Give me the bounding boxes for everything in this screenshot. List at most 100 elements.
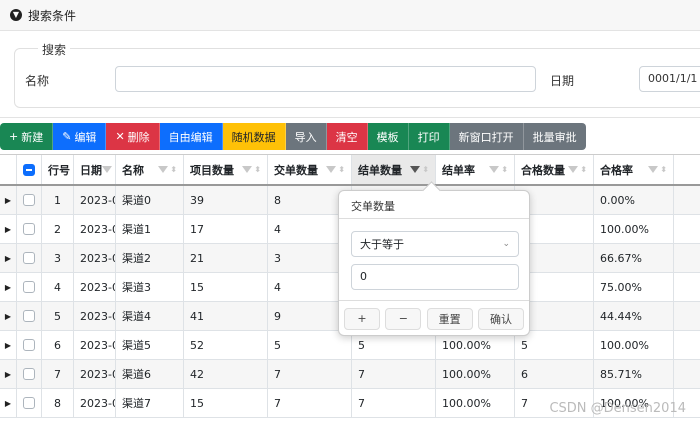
new-window-button[interactable]: 新窗口打开 [449, 123, 524, 150]
table-cell: 41 [184, 302, 268, 330]
template-button[interactable]: 模板 [367, 123, 409, 150]
table-cell: 4 [42, 273, 74, 301]
filter-icon[interactable] [410, 166, 421, 173]
table-row[interactable]: ▶72023-01-14渠道64277100.00%685.71% [0, 360, 700, 389]
row-checkbox[interactable] [23, 339, 35, 351]
table-cell: 100.00% [594, 215, 674, 243]
table-cell: 7 [352, 389, 436, 417]
toolbar-button-label: 导入 [294, 130, 317, 144]
filter-icon[interactable] [648, 166, 659, 173]
row-checkbox[interactable] [23, 194, 35, 206]
column-header[interactable]: 结单数量 ⬍ [352, 155, 436, 184]
column-header[interactable]: 合格数量 ⬍ [515, 155, 594, 184]
random-data-button[interactable]: 随机数据 [222, 123, 286, 150]
table-cell: 39 [184, 186, 268, 214]
filter-popover-footer: + − 重置 确认 [339, 300, 529, 336]
search-panel-header[interactable]: ▼ 搜索条件 [0, 0, 700, 31]
table-cell: 2023-01-14 [74, 244, 116, 272]
toolbar: + 新建 ✎ 编辑 ✕ 删除 自由编辑 随机数据 导入 清空 模板 打印 新窗口打开 批量审批 [0, 123, 586, 150]
select-all-checkbox[interactable] [23, 163, 35, 176]
row-checkbox[interactable] [23, 397, 35, 409]
watermark: CSDN @Densen2014 [549, 401, 686, 416]
column-header[interactable]: 项目数量 ⬍ [184, 155, 268, 184]
row-select-cell [17, 215, 42, 243]
sort-icon[interactable]: ⬍ [501, 165, 508, 174]
table-cell: 2 [42, 215, 74, 243]
sort-icon[interactable]: ⬍ [170, 165, 177, 174]
new-button[interactable]: + 新建 [0, 123, 54, 150]
reset-filter-button[interactable]: 重置 [426, 307, 473, 330]
import-button[interactable]: 导入 [285, 123, 327, 150]
column-header[interactable]: 名称 ⬍ [116, 155, 184, 184]
clear-button[interactable]: 清空 [326, 123, 368, 150]
table-cell: 渠道0 [116, 186, 184, 214]
name-input[interactable] [115, 66, 536, 92]
filter-icon[interactable] [568, 166, 579, 173]
expand-row-icon[interactable]: ▶ [0, 273, 17, 301]
row-checkbox[interactable] [23, 281, 35, 293]
table-cell: 6 [515, 360, 594, 388]
filter-popover-title: 交单数量 [339, 191, 529, 219]
batch-approve-button[interactable]: 批量审批 [523, 123, 586, 150]
table-cell: 15 [184, 273, 268, 301]
table-cell: 100.00% [594, 331, 674, 359]
row-checkbox[interactable] [23, 252, 35, 264]
row-select-cell [17, 360, 42, 388]
column-header[interactable]: 合格率 ⬍ [594, 155, 674, 184]
toolbar-button-label: 自由编辑 [168, 130, 213, 144]
date-input[interactable]: 0001/1/1 0 [639, 66, 700, 92]
toolbar-button-label: 打印 [417, 130, 440, 144]
print-button[interactable]: 打印 [408, 123, 450, 150]
row-select-cell [17, 186, 42, 214]
filter-icon[interactable] [102, 166, 112, 173]
expand-row-icon[interactable]: ▶ [0, 186, 17, 214]
filter-icon[interactable] [242, 166, 253, 173]
table-cell: 2023-01-14 [74, 360, 116, 388]
column-header[interactable]: 交单数量 ⬍ [268, 155, 352, 184]
filter-operator-select[interactable]: 大于等于 ⌄ [351, 231, 519, 257]
add-filter-button[interactable]: + [344, 307, 380, 330]
filter-icon[interactable] [158, 166, 169, 173]
free-edit-button[interactable]: 自由编辑 [159, 123, 223, 150]
filter-icon[interactable] [489, 166, 500, 173]
sort-icon[interactable]: ⬍ [660, 165, 667, 174]
edit-button[interactable]: ✎ 编辑 [53, 123, 107, 150]
confirm-filter-button[interactable]: 确认 [477, 307, 524, 330]
expand-row-icon[interactable]: ▶ [0, 389, 17, 417]
sort-icon[interactable]: ⬍ [422, 165, 429, 174]
column-header-label: 项目数量 [190, 163, 234, 177]
table-header-row: 行号日期⬍名称⬍项目数量⬍交单数量⬍结单数量⬍结单率⬍合格数量⬍合格率⬍ [0, 155, 700, 186]
sort-icon[interactable]: ⬍ [254, 165, 261, 174]
row-checkbox[interactable] [23, 310, 35, 322]
search-legend: 搜索 [38, 41, 71, 58]
filter-value-input[interactable]: 0 [351, 264, 519, 290]
row-checkbox[interactable] [23, 223, 35, 235]
table-cell: 7 [268, 360, 352, 388]
delete-icon: ✕ [115, 130, 125, 143]
table-cell: 17 [184, 215, 268, 243]
column-header-label: 日期 [80, 163, 102, 177]
delete-button[interactable]: ✕ 删除 [106, 123, 160, 150]
column-header-label: 交单数量 [274, 163, 318, 177]
filter-icon[interactable] [326, 166, 337, 173]
new-icon: + [9, 130, 19, 143]
expand-row-icon[interactable]: ▶ [0, 331, 17, 359]
column-header-icons: ⬍ [102, 165, 115, 174]
row-checkbox[interactable] [23, 368, 35, 380]
date-label: 日期 [550, 74, 575, 88]
expand-row-icon[interactable]: ▶ [0, 360, 17, 388]
expand-row-icon[interactable]: ▶ [0, 302, 17, 330]
column-header[interactable]: 行号 [42, 155, 74, 184]
column-header-icons: ⬍ [489, 165, 508, 174]
column-header-label: 合格数量 [521, 163, 565, 177]
table-cell: 渠道3 [116, 273, 184, 301]
column-header[interactable]: 日期⬍ [74, 155, 116, 184]
table-cell: 52 [184, 331, 268, 359]
expand-row-icon[interactable]: ▶ [0, 215, 17, 243]
sort-icon[interactable]: ⬍ [580, 165, 587, 174]
sort-icon[interactable]: ⬍ [338, 165, 345, 174]
column-header[interactable]: 结单率 ⬍ [436, 155, 515, 184]
remove-filter-button[interactable]: − [385, 307, 422, 330]
chevron-down-icon[interactable]: ▼ [10, 9, 22, 21]
expand-row-icon[interactable]: ▶ [0, 244, 17, 272]
